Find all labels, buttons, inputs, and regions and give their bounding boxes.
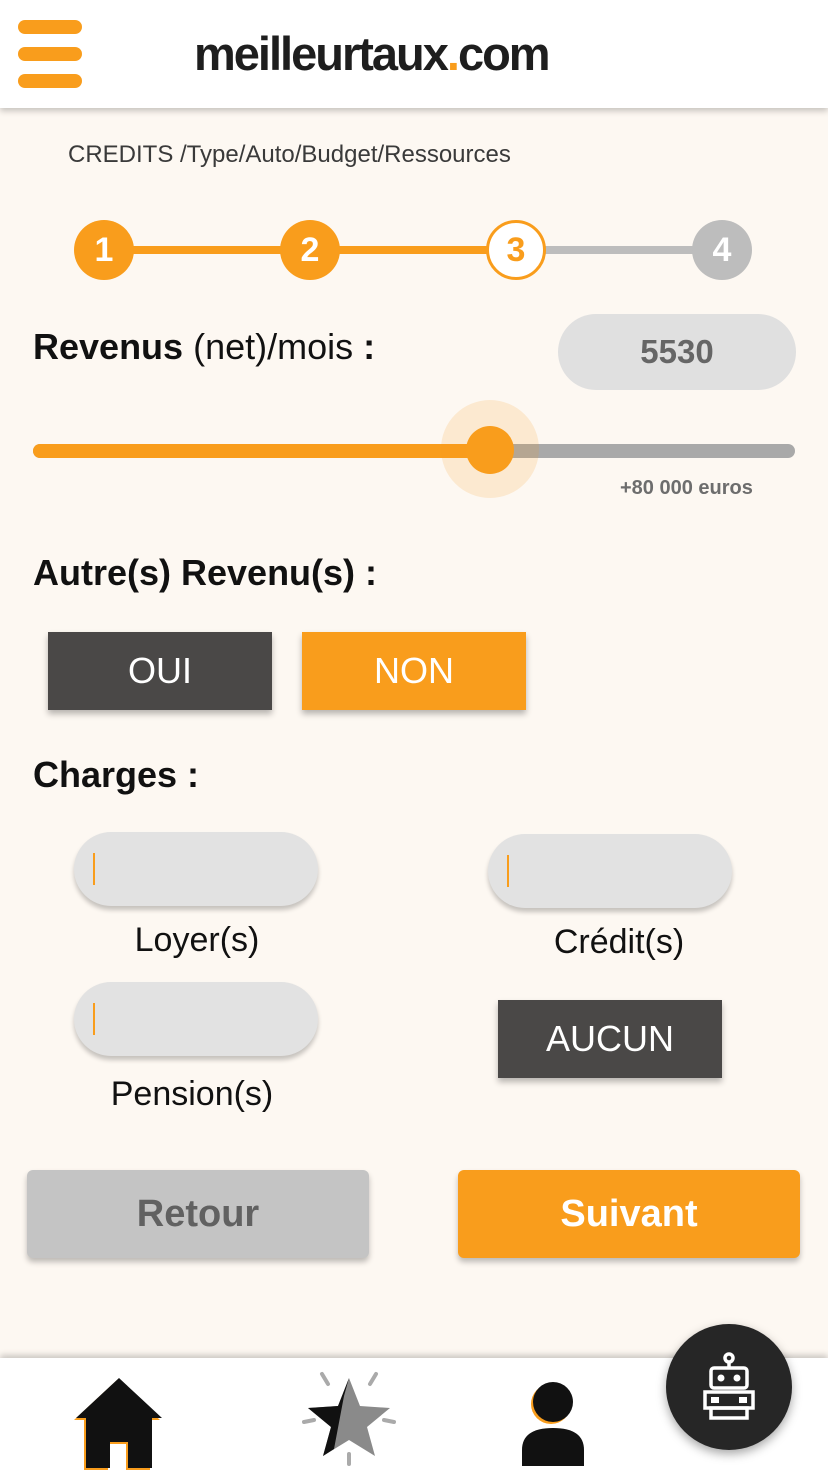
logo-dot: . bbox=[446, 27, 460, 80]
non-button[interactable]: NON bbox=[302, 632, 526, 710]
step-2: 2 bbox=[280, 220, 340, 280]
suivant-button[interactable]: Suivant bbox=[458, 1170, 800, 1258]
favorites-tab[interactable] bbox=[294, 1366, 404, 1472]
slider-max-label: +80 000 euros bbox=[620, 477, 753, 499]
pensions-label: Pension(s) bbox=[110, 1075, 274, 1113]
revenus-amount-field[interactable]: 5530 bbox=[558, 314, 796, 390]
profile-tab[interactable] bbox=[498, 1366, 608, 1472]
chatbot-button[interactable] bbox=[666, 1324, 792, 1450]
credits-label: Crédit(s) bbox=[553, 923, 685, 961]
revenus-label: Revenus (net)/mois : bbox=[33, 326, 375, 368]
slider-thumb[interactable] bbox=[466, 426, 515, 474]
logo-tld: com bbox=[457, 27, 551, 80]
site-logo[interactable]: meilleurtaux.com bbox=[194, 26, 551, 81]
step-3: 3 bbox=[486, 220, 546, 280]
app-header: meilleurtaux.com bbox=[0, 0, 828, 108]
text-caret bbox=[93, 1003, 95, 1035]
pensions-input[interactable] bbox=[74, 982, 318, 1056]
home-tab[interactable] bbox=[64, 1366, 174, 1472]
text-caret bbox=[507, 855, 509, 887]
progress-stepper: 1 2 3 4 bbox=[72, 218, 754, 282]
revenus-label-colon: : bbox=[363, 326, 376, 367]
hamburger-menu-icon[interactable] bbox=[18, 20, 82, 88]
favorites-star-icon bbox=[302, 1372, 396, 1466]
aucun-button[interactable]: AUCUN bbox=[498, 1000, 722, 1078]
breadcrumb: CREDITS /Type/Auto/Budget/Ressources bbox=[68, 141, 511, 168]
user-profile-icon bbox=[522, 1382, 584, 1466]
step-1: 1 bbox=[74, 220, 134, 280]
loyers-input[interactable] bbox=[74, 832, 318, 906]
loyers-label: Loyer(s) bbox=[134, 921, 260, 959]
retour-button[interactable]: Retour bbox=[27, 1170, 369, 1258]
step-4: 4 bbox=[692, 220, 752, 280]
charges-title: Charges : bbox=[33, 754, 200, 795]
oui-button[interactable]: OUI bbox=[48, 632, 272, 710]
revenus-label-bold: Revenus bbox=[33, 326, 184, 367]
credits-input[interactable] bbox=[488, 834, 732, 908]
home-icon bbox=[74, 1378, 162, 1470]
text-caret bbox=[93, 853, 95, 885]
robot-icon bbox=[703, 1352, 755, 1420]
logo-main: meilleurtaux bbox=[194, 27, 449, 80]
slider-fill bbox=[33, 444, 491, 458]
revenus-label-rest: (net)/mois bbox=[183, 326, 364, 367]
autres-revenus-title: Autre(s) Revenu(s) : bbox=[33, 552, 378, 593]
